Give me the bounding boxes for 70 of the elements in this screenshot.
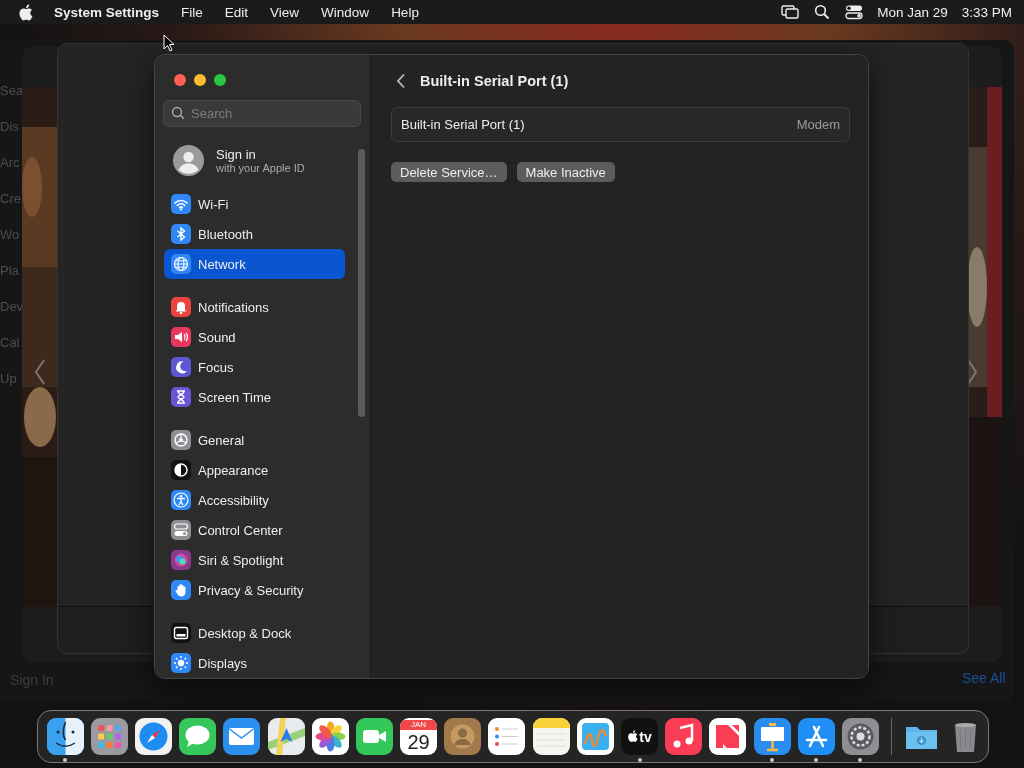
control-center-icon[interactable] [845, 4, 864, 20]
chat-bubble-icon[interactable] [179, 718, 217, 755]
sidebar-item[interactable]: Accessibility [164, 485, 345, 515]
close-button[interactable] [174, 74, 186, 86]
sidebar-item[interactable]: Notifications [164, 292, 345, 322]
checklist-icon[interactable] [488, 718, 526, 755]
service-type: Modem [796, 117, 840, 132]
gear-icon[interactable] [841, 718, 879, 755]
search-icon [171, 106, 185, 120]
sidebar-item[interactable]: Appearance [164, 455, 345, 485]
zoom-button[interactable] [214, 74, 226, 86]
sidebar-item[interactable]: Privacy & Security [164, 575, 345, 605]
menu-item[interactable]: Help [391, 4, 419, 20]
minimize-button[interactable] [194, 74, 206, 86]
search-field[interactable]: Search [163, 100, 361, 127]
sidebar-item[interactable]: Desktop & Dock [164, 618, 345, 648]
notepad-icon[interactable] [532, 718, 570, 755]
sidebar-item[interactable]: Network [164, 249, 345, 279]
contact-card-icon[interactable] [444, 718, 482, 755]
page-title: Built-in Serial Port (1) [420, 73, 569, 89]
sidebar-item[interactable]: Wi-Fi [164, 189, 345, 219]
sidebar-item[interactable]: Focus [164, 352, 345, 382]
calendar-day: 29 [407, 729, 430, 754]
calendar-month: JAN [400, 719, 438, 730]
mouse-pointer-icon [163, 34, 175, 52]
podium-icon[interactable] [753, 718, 791, 755]
tv-label: tv [639, 728, 652, 745]
sidebar-item[interactable]: Siri & Spotlight [164, 545, 345, 575]
avatar-icon [173, 144, 204, 176]
menu-item[interactable]: Edit [224, 4, 249, 20]
sidebar-item[interactable]: Displays [164, 648, 345, 678]
service-name: Built-in Serial Port (1) [401, 117, 525, 132]
flower-icon[interactable] [311, 718, 349, 755]
apple-logo-icon [627, 730, 639, 743]
search-icon[interactable] [813, 4, 832, 20]
video-camera-icon[interactable] [355, 718, 393, 755]
squiggle-icon[interactable] [576, 718, 614, 755]
scrollbar[interactable] [358, 149, 365, 417]
sidebar-item[interactable]: General [164, 425, 345, 455]
app-menu[interactable]: System Settings [54, 4, 160, 20]
sidebar-item[interactable]: Bluetooth [164, 219, 345, 249]
map-icon[interactable] [267, 718, 305, 755]
apple-logo-icon[interactable] [18, 3, 33, 21]
sidebar-item[interactable]: Control Center [164, 515, 345, 545]
compass-icon[interactable] [134, 718, 172, 755]
chevron-right-icon [966, 358, 978, 386]
menu-item[interactable]: View [270, 4, 300, 20]
action-button[interactable]: Delete Service… [391, 162, 507, 182]
tv-app-icon[interactable]: tv [621, 718, 659, 755]
action-button[interactable]: Make Inactive [516, 162, 615, 182]
envelope-icon[interactable] [223, 718, 261, 755]
calendar-app-icon[interactable]: JAN 29 [400, 718, 438, 755]
sidebar-item[interactable]: Sound [164, 322, 345, 352]
finder-face-icon[interactable] [46, 718, 84, 755]
account-subtitle: with your Apple ID [216, 161, 305, 174]
back-button[interactable] [396, 73, 406, 89]
news-icon[interactable] [709, 718, 747, 755]
menu-bar-date: Mon Jan 29 [877, 4, 948, 20]
account-name: Sign in [216, 146, 257, 162]
chevron-left-icon [34, 358, 46, 386]
letter-a-icon[interactable] [797, 718, 835, 755]
app-grid-icon[interactable] [90, 718, 128, 755]
sidebar-item[interactable]: Screen Time [164, 382, 345, 412]
service-row[interactable]: Built-in Serial Port (1) Modem [391, 107, 850, 142]
menu-item[interactable]: File [181, 4, 203, 20]
menu-bar-time: 3:33 PM [961, 4, 1012, 20]
music-note-icon[interactable] [665, 718, 703, 755]
account-row[interactable]: Sign in with your Apple ID [164, 139, 345, 181]
menu-item[interactable]: Window [321, 4, 370, 20]
screen-mirroring-icon[interactable] [781, 4, 800, 20]
